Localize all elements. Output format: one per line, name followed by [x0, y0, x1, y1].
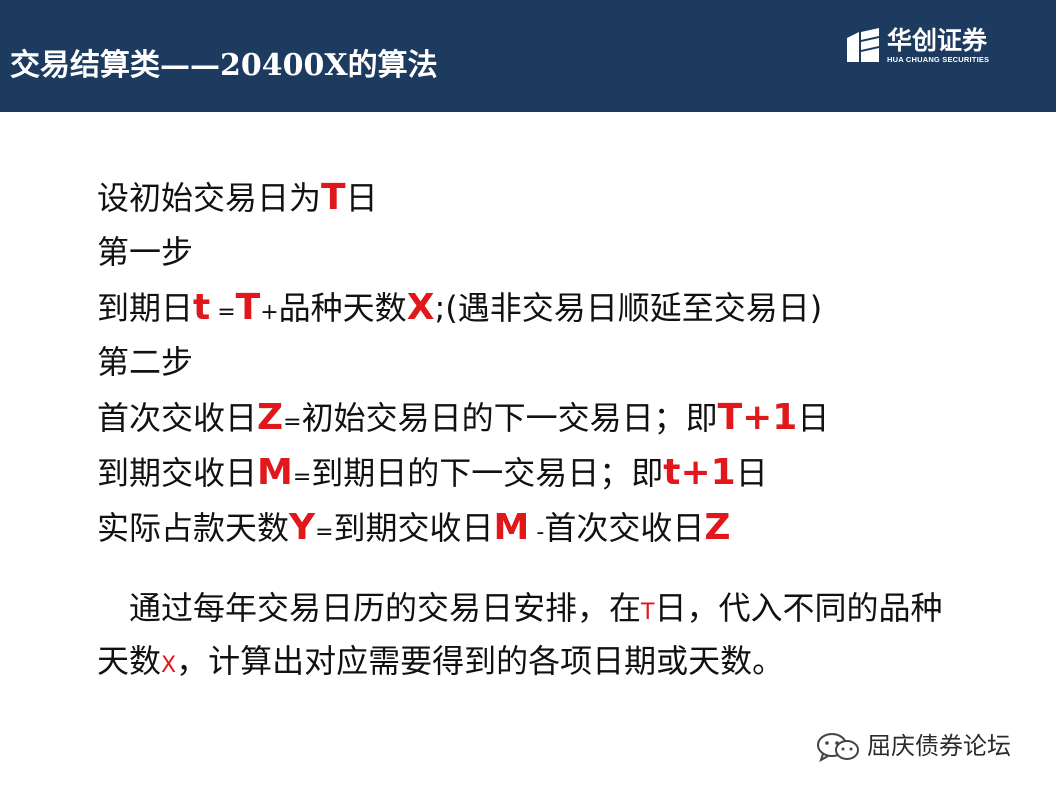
line-step-two: 第二步 [97, 335, 997, 390]
logo-mark-icon [847, 28, 879, 62]
text: 到期日 [97, 289, 194, 327]
watermark-text: 屈庆债券论坛 [867, 732, 1011, 760]
var-Z: Z [704, 507, 731, 548]
title-code: ——20400X [160, 48, 348, 83]
text: 首次交收日 [544, 509, 705, 547]
var-Z: Z [257, 397, 284, 438]
title-main: 交易结算类 [10, 48, 160, 83]
text: 设初始交易日为 [97, 179, 322, 217]
line-initial-day: 设初始交易日为T日 [97, 170, 997, 225]
var-t-plus-1: t+1 [663, 452, 736, 493]
text: 实际占款天数 [97, 509, 290, 547]
var-M: M [493, 507, 530, 548]
text: 通过每年交易日历的交易日安排，在 [97, 589, 642, 627]
text: 品种天数 [278, 289, 407, 327]
title-tail: 的算法 [347, 48, 438, 83]
line-actual-days: 实际占款天数Y=到期交收日M -首次交收日Z [97, 500, 997, 555]
var-X: X [161, 653, 177, 678]
company-logo: 华创证券 HUA CHUANG SECURITIES [845, 24, 1005, 70]
explanation-paragraph: 通过每年交易日历的交易日安排，在T日，代入不同的品种天数X，计算出对应需要得到的… [97, 584, 947, 690]
line-maturity-date: 到期日t =T+品种天数X;(遇非交易日顺延至交易日) [97, 280, 997, 335]
text: = [283, 410, 302, 435]
text: 首次交收日 [97, 399, 258, 437]
text: = [210, 300, 236, 325]
line-maturity-settlement: 到期交收日M=到期日的下一交易日；即t+1日 [97, 445, 997, 500]
header-bar: 交易结算类——20400X的算法 华创证券 HUA CHUANG SECURIT… [0, 0, 1056, 112]
text: = [315, 520, 334, 545]
line-step-one: 第一步 [97, 225, 997, 280]
text: 第二步 [97, 343, 194, 381]
logo-text-cn: 华创证券 [887, 26, 988, 55]
var-T: T [641, 600, 655, 625]
var-T-plus-1: T+1 [717, 397, 798, 438]
formula-block: 设初始交易日为T日 第一步 到期日t =T+品种天数X;(遇非交易日顺延至交易日… [97, 170, 997, 555]
page-title: 交易结算类——20400X的算法 [10, 44, 438, 88]
text: 到期日的下一交易日；即 [311, 454, 664, 492]
text: = [292, 465, 312, 490]
text: 日 [735, 454, 768, 492]
var-T: T [235, 287, 261, 328]
var-T: T [321, 177, 346, 218]
logo-text-en: HUA CHUANG SECURITIES [887, 55, 990, 64]
text: ;(遇非交易日顺延至交易日) [434, 289, 823, 327]
var-t: t [193, 287, 211, 328]
var-Y: Y [289, 507, 316, 548]
text: 日 [797, 399, 830, 437]
text: 初始交易日的下一交易日；即 [301, 399, 718, 437]
text: 到期交收日 [333, 509, 494, 547]
text: + [260, 300, 279, 325]
wechat-icon [817, 733, 859, 762]
line-first-settlement: 首次交收日Z=初始交易日的下一交易日；即T+1日 [97, 390, 997, 445]
var-X: X [406, 287, 435, 328]
var-M: M [257, 452, 293, 493]
text: 日 [345, 179, 378, 217]
text: 到期交收日 [97, 454, 258, 492]
text: ，计算出对应需要得到的各项日期或天数。 [176, 642, 785, 680]
text: - [529, 520, 545, 545]
text: 第一步 [97, 233, 194, 271]
